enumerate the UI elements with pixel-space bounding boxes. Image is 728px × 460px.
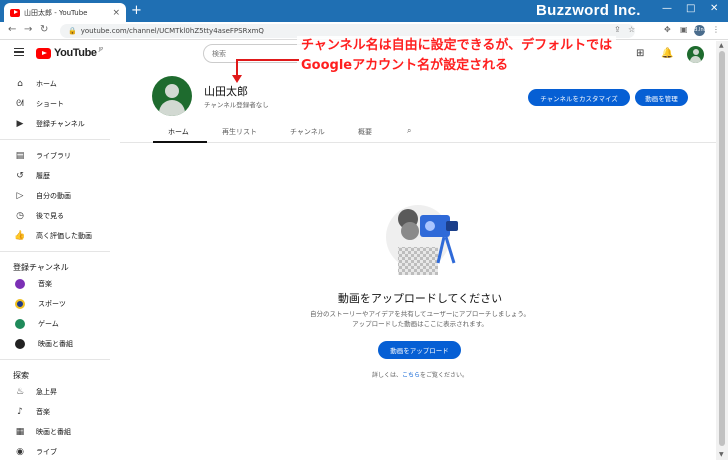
tab-close-icon[interactable]: × (112, 8, 120, 18)
annotation-arrow-head-icon (232, 75, 242, 83)
youtube-logo[interactable]: YouTube JP (36, 47, 103, 59)
sidebar-item-subscriptions[interactable]: ▶ 登録チャンネル (0, 114, 110, 134)
sidebar-item-your-videos[interactable]: ▷ 自分の動画 (0, 186, 110, 206)
liked-icon: 👍 (14, 231, 26, 241)
sidebar: ⌂ ホーム ᘛ ショート ▶ 登録チャンネル ▤ ライブラリ ↺ 履歴 ▷ 自分… (0, 67, 110, 460)
sidebar-item-live[interactable]: ◉ ライブ (0, 442, 110, 460)
empty-state-description: 自分のストーリーやアイデアを共有してユーザーにアプローチしましょう。 アップロー… (310, 310, 530, 328)
sidebar-item-sub-music[interactable]: 音楽 (0, 274, 110, 294)
back-arrow-icon[interactable]: ← (8, 24, 16, 35)
new-tab-button[interactable]: + (131, 4, 142, 18)
browser-tab-bar: 山田太郎 - YouTube × + Buzzword Inc. — □ ✕ (0, 0, 728, 22)
tab-title: 山田太郎 - YouTube (24, 8, 88, 17)
customize-channel-button[interactable]: チャンネルをカスタマイズ (528, 89, 630, 106)
annotation-line-2: Googleアカウント名が設定される (301, 58, 509, 73)
annotation-line-1: チャンネル名は自由に設定できるが、デフォルトでは (301, 38, 613, 53)
browser-profile-avatar[interactable]: B.Inc (694, 25, 706, 36)
scrollbar-thumb[interactable] (719, 51, 725, 446)
help-text: 詳しくは、こちらをご覧ください。 (371, 372, 469, 379)
music-channel-avatar (15, 279, 25, 289)
sidebar-item-liked[interactable]: 👍 高く評価した動画 (0, 226, 110, 246)
forward-arrow-icon[interactable]: → (24, 24, 32, 35)
manage-videos-button[interactable]: 動画を管理 (635, 89, 688, 106)
create-video-icon[interactable]: ⊞ (636, 48, 644, 59)
library-icon: ▤ (15, 151, 25, 161)
youtube-region-code: JP (98, 47, 104, 53)
upload-video-button[interactable]: 動画をアップロード (378, 341, 461, 359)
notifications-bell-icon[interactable]: 🔔 (661, 48, 673, 59)
tab-home[interactable]: ホーム (168, 127, 189, 137)
trending-icon: ♨ (15, 387, 25, 397)
shorts-icon: ᘛ (16, 99, 24, 109)
movies-icon: ▦ (15, 427, 25, 437)
empty-state-title: 動画をアップロードしてください (337, 292, 503, 305)
channel-search-icon[interactable]: ⌕ (407, 126, 411, 136)
menu-hamburger-icon[interactable] (14, 48, 24, 57)
extensions-icon[interactable]: ✥ (664, 25, 671, 34)
youtube-play-icon (36, 47, 51, 59)
window-maximize-button[interactable]: □ (686, 3, 695, 14)
tab-channels[interactable]: チャンネル (290, 127, 325, 137)
window-minimize-button[interactable]: — (662, 3, 672, 14)
sports-channel-avatar (15, 299, 25, 309)
sidebar-item-trending[interactable]: ♨ 急上昇 (0, 382, 110, 402)
channel-avatar (152, 76, 192, 116)
help-link[interactable]: こちら (402, 372, 420, 379)
page-scrollbar[interactable]: ▲ ▼ (716, 41, 728, 460)
sidebar-subs-heading: 登録チャンネル (13, 263, 69, 272)
scroll-down-icon[interactable]: ▼ (719, 451, 724, 458)
watch-later-icon: ◷ (16, 211, 24, 221)
sidebar-item-library[interactable]: ▤ ライブラリ (0, 146, 110, 166)
sidebar-divider (0, 359, 110, 360)
bookmark-star-icon[interactable]: ☆ (628, 25, 635, 34)
live-icon: ◉ (16, 447, 24, 457)
brand-watermark: Buzzword Inc. (536, 2, 641, 19)
address-url: youtube.com/channel/UCMTkl0hZ5tty4aseFPS… (80, 27, 264, 35)
annotation-arrow-line (236, 59, 299, 61)
search-placeholder: 検索 (212, 49, 226, 58)
your-videos-icon: ▷ (16, 191, 24, 201)
account-avatar[interactable] (687, 46, 704, 63)
sidebar-item-home[interactable]: ⌂ ホーム (0, 74, 110, 94)
youtube-favicon-icon (10, 8, 20, 17)
channel-subscriber-count: チャンネル登録者なし (204, 101, 269, 109)
channel-name: 山田太郎 (204, 85, 248, 98)
home-icon: ⌂ (17, 79, 23, 89)
lock-icon: 🔒 (68, 27, 77, 35)
scroll-up-icon[interactable]: ▲ (719, 42, 724, 49)
music-icon: ♪ (17, 407, 23, 417)
tab-about[interactable]: 概要 (358, 127, 372, 137)
channel-tabs: ホーム 再生リスト チャンネル 概要 ⌕ (120, 121, 716, 143)
sidebar-item-music[interactable]: ♪ 音楽 (0, 402, 110, 422)
reload-icon[interactable]: ↻ (40, 24, 48, 35)
sidebar-item-history[interactable]: ↺ 履歴 (0, 166, 110, 186)
upload-illustration (386, 205, 458, 275)
sidebar-item-shorts[interactable]: ᘛ ショート (0, 94, 110, 114)
sidebar-item-sub-gaming[interactable]: ゲーム (0, 314, 110, 334)
sidebar-item-watch-later[interactable]: ◷ 後で見る (0, 206, 110, 226)
sidebar-divider (0, 251, 110, 252)
sidebar-item-sub-sports[interactable]: スポーツ (0, 294, 110, 314)
sidebar-item-movies[interactable]: ▦ 映画と番組 (0, 422, 110, 442)
share-icon[interactable]: ⇪ (614, 25, 621, 34)
tab-playlists[interactable]: 再生リスト (222, 127, 257, 137)
side-panel-icon[interactable]: ▣ (680, 25, 688, 34)
history-icon: ↺ (16, 171, 24, 181)
sidebar-item-sub-movies[interactable]: 映画と番組 (0, 334, 110, 354)
movies-channel-avatar (15, 339, 25, 349)
sidebar-explore-heading: 探索 (13, 371, 29, 380)
gaming-channel-avatar (15, 319, 25, 329)
youtube-wordmark: YouTube (54, 47, 97, 59)
annotation-callout: チャンネル名は自由に設定できるが、デフォルトでは Googleアカウント名が設定… (297, 36, 617, 76)
browser-tab[interactable]: 山田太郎 - YouTube × (4, 3, 126, 22)
subscriptions-icon: ▶ (16, 119, 24, 129)
active-tab-indicator (153, 141, 207, 143)
window-close-button[interactable]: ✕ (710, 3, 718, 14)
sidebar-divider (0, 139, 110, 140)
browser-menu-icon[interactable]: ⋮ (712, 25, 720, 34)
